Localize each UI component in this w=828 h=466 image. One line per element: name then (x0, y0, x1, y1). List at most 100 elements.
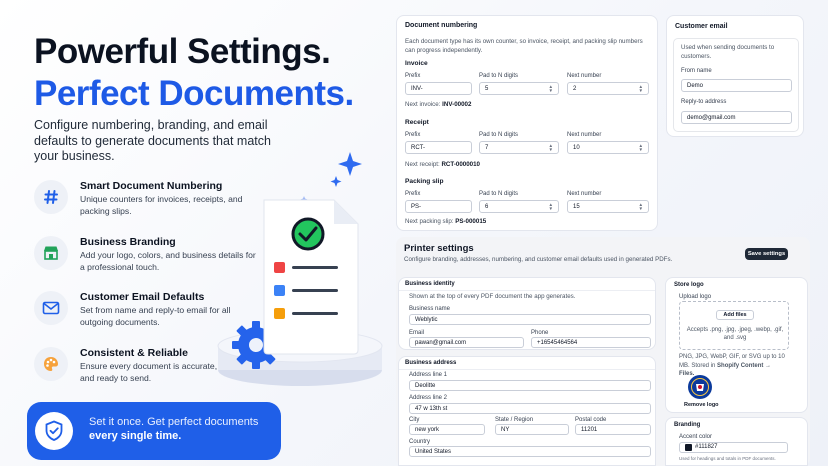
country-label: Country (409, 439, 431, 445)
printer-desc: Configure branding, addresses, numbering… (404, 256, 673, 263)
palette-icon (34, 347, 68, 381)
stepper-icon[interactable]: ▲ ▼ (548, 143, 553, 152)
shield-check-icon (35, 412, 73, 450)
accent-help: Used for headings and totals in PDF docu… (679, 456, 776, 461)
preview-value: INV-00002 (442, 101, 472, 108)
stepper-icon[interactable]: ▲ ▼ (548, 84, 553, 93)
prefix-label: Prefix (405, 191, 421, 197)
preview-label: Next invoice: (405, 101, 441, 108)
city-label: City (409, 417, 420, 423)
logo-preview (688, 375, 712, 399)
postal-label: Postal code (575, 417, 607, 423)
postal-input[interactable]: 11201 (575, 424, 651, 435)
business-phone-input[interactable]: +16545464564 (531, 337, 651, 348)
panel-title: Document numbering (405, 22, 478, 29)
from-name-input[interactable]: Demo (681, 79, 792, 92)
color-swatch[interactable] (685, 443, 692, 451)
hero-title-line2: Perfect Documents. (34, 74, 354, 113)
stepper-icon[interactable]: ▲ ▼ (638, 84, 643, 93)
address-line1-label: Address line 1 (409, 372, 448, 378)
invoice-pad-input[interactable]: 5 ▲ ▼ (479, 82, 559, 95)
preview-value: PS-000015 (455, 218, 487, 225)
receipt-preview: Next receipt: RCT-0000010 (405, 161, 480, 168)
preview-value: RCT-0000010 (441, 161, 480, 168)
business-address-panel: Business address Address line 1 Deolitte… (398, 356, 656, 466)
feature-title: Consistent & Reliable (80, 347, 188, 359)
invoice-pad-value: 5 (485, 86, 489, 92)
invoice-preview: Next invoice: INV-00002 (405, 101, 471, 108)
panel-desc: Each document type has its own counter, … (405, 38, 643, 54)
feature-title: Business Branding (80, 236, 176, 248)
next-label: Next number (567, 132, 602, 138)
panel-title: Business address (405, 360, 457, 366)
receipt-pad-input[interactable]: 7 ▲ ▼ (479, 141, 559, 154)
next-label: Next number (567, 191, 602, 197)
country-select[interactable]: United States (409, 446, 651, 457)
document-numbering-panel: Document numbering Each document type ha… (396, 15, 658, 231)
customer-email-panel: Customer email Used when sending documen… (666, 15, 804, 137)
customer-email-desc: Used when sending documents to customers… (681, 44, 775, 60)
accepts-text: Accepts .png, .jpg, .jpeg, .webp, .gif, … (686, 327, 784, 341)
phone-label: Phone (531, 330, 549, 336)
email-label: Email (409, 330, 425, 336)
reply-label: Reply-to address (681, 99, 727, 105)
stepper-icon[interactable]: ▲ ▼ (638, 202, 643, 211)
invoice-next-value: 2 (573, 86, 577, 92)
next-label: Next number (567, 73, 602, 79)
hash-icon (34, 180, 68, 214)
address-line2-input[interactable]: 47 w 13th st (409, 403, 651, 414)
address-line1-input[interactable]: Deolitte (409, 380, 651, 391)
remove-logo-link[interactable]: Remove logo (684, 402, 719, 408)
packing-pad-value: 6 (485, 204, 489, 210)
customer-email-card: Used when sending documents to customers… (673, 38, 799, 132)
preview-label: Next receipt: (405, 161, 440, 168)
receipt-next-input[interactable]: 10 ▲ ▼ (567, 141, 649, 154)
group-title: Packing slip (405, 178, 444, 185)
pad-label: Pad to N digits (479, 73, 519, 79)
receipt-prefix-input[interactable]: RCT- (405, 141, 472, 154)
save-settings-button[interactable]: Save settings (745, 248, 788, 260)
packing-next-input[interactable]: 15 ▲ ▼ (567, 200, 649, 213)
divider (399, 290, 655, 291)
sparkle-icon (330, 176, 342, 187)
state-label: State / Region (495, 417, 534, 423)
reply-to-input[interactable]: demo@gmail.com (681, 111, 792, 124)
document-illustration (217, 152, 383, 386)
address-line2-label: Address line 2 (409, 395, 448, 401)
receipt-pad-value: 7 (485, 145, 489, 151)
panel-title: Business identity (405, 281, 455, 287)
branding-panel: Branding Accent color #111827 Used for h… (665, 417, 808, 466)
cta-line2: every single time. (89, 430, 182, 442)
state-input[interactable]: NY (495, 424, 569, 435)
identity-desc: Shown at the top of every PDF document t… (409, 293, 576, 300)
feature-title: Customer Email Defaults (80, 291, 205, 303)
store-icon (34, 236, 68, 270)
business-name-label: Business name (409, 306, 451, 312)
panel-title: Branding (674, 422, 701, 428)
stepper-icon[interactable]: ▲ ▼ (638, 143, 643, 152)
stepper-icon[interactable]: ▲ ▼ (548, 202, 553, 211)
accent-label: Accent color (679, 434, 713, 440)
logo-dropzone[interactable]: Add files Accepts .png, .jpg, .jpeg, .we… (679, 301, 789, 350)
accent-value: #111827 (695, 444, 718, 450)
hero-title-line1: Powerful Settings. (34, 32, 331, 71)
pad-label: Pad to N digits (479, 191, 519, 197)
business-email-input[interactable]: pawan@gmail.com (409, 337, 524, 348)
from-label: From name (681, 68, 712, 74)
invoice-next-input[interactable]: 2 ▲ ▼ (567, 82, 649, 95)
invoice-prefix-input[interactable]: INV- (405, 82, 472, 95)
packing-pad-input[interactable]: 6 ▲ ▼ (479, 200, 559, 213)
business-name-input[interactable]: Weblytic (409, 314, 651, 325)
accent-color-input[interactable]: #111827 (679, 442, 788, 453)
business-identity-panel: Business identity Shown at the top of ev… (398, 277, 656, 350)
packing-preview: Next packing slip: PS-000015 (405, 218, 486, 225)
prefix-label: Prefix (405, 73, 421, 79)
receipt-next-value: 10 (573, 145, 580, 151)
packing-prefix-input[interactable]: PS- (405, 200, 472, 213)
divider (399, 369, 655, 370)
check-icon (291, 217, 325, 251)
add-files-button[interactable]: Add files (716, 310, 754, 320)
city-input[interactable]: new york (409, 424, 485, 435)
group-title: Receipt (405, 119, 429, 126)
preview-label: Next packing slip: (405, 218, 454, 225)
